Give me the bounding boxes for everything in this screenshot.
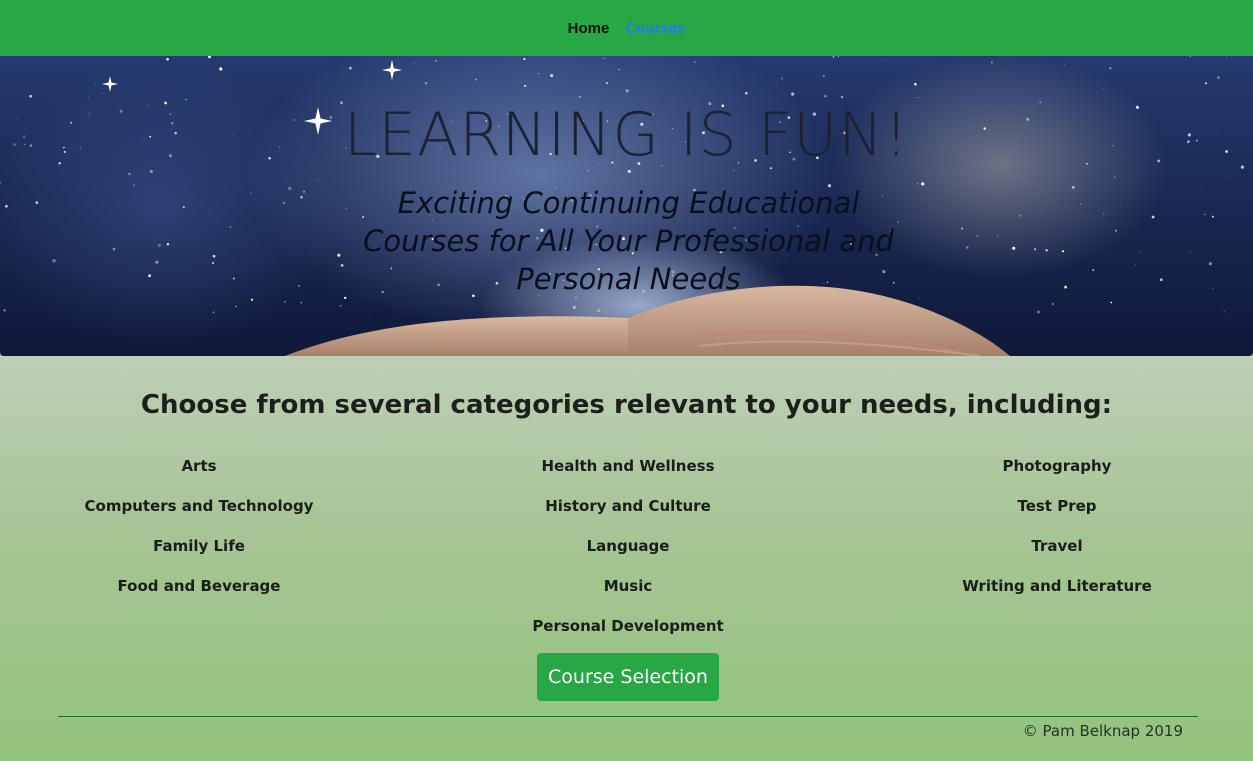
hero-title: LEARNING IS FUN! [343,100,910,170]
category-item: Music [603,577,653,595]
nav-courses-link[interactable]: Courses [625,20,685,37]
category-item: Travel [1031,537,1083,555]
category-item: Language [586,537,670,555]
category-item: Test Prep [1017,497,1097,515]
categories-section: Choose from several categories relevant … [0,356,1253,761]
category-item: Family Life [153,537,245,555]
category-column-2: Health and Wellness History and Culture … [463,456,793,656]
category-item: Photography [1002,457,1112,475]
category-item: Arts [181,457,217,475]
nav-home-link[interactable]: Home [568,20,610,37]
category-item: History and Culture [545,497,711,515]
course-selection-button[interactable]: Course Selection [537,653,719,701]
category-item: Writing and Literature [962,577,1152,595]
hero-subtitle: Exciting Continuing Educational Courses … [363,186,894,296]
category-item: Health and Wellness [541,457,715,475]
category-item: Personal Development [532,617,724,635]
categories-intro: Choose from several categories relevant … [140,390,1113,420]
top-navbar: Home Courses [0,0,1253,56]
footer-divider [58,716,1198,717]
category-column-1: Arts Computers and Technology Family Lif… [34,456,364,616]
category-item: Computers and Technology [84,497,314,515]
hero-banner: LEARNING IS FUN! Exciting Continuing Edu… [0,56,1253,356]
category-item: Food and Beverage [117,577,281,595]
category-column-3: Photography Test Prep Travel Writing and… [892,456,1222,616]
copyright-text: © Pam Belknap 2019 [1022,722,1183,740]
